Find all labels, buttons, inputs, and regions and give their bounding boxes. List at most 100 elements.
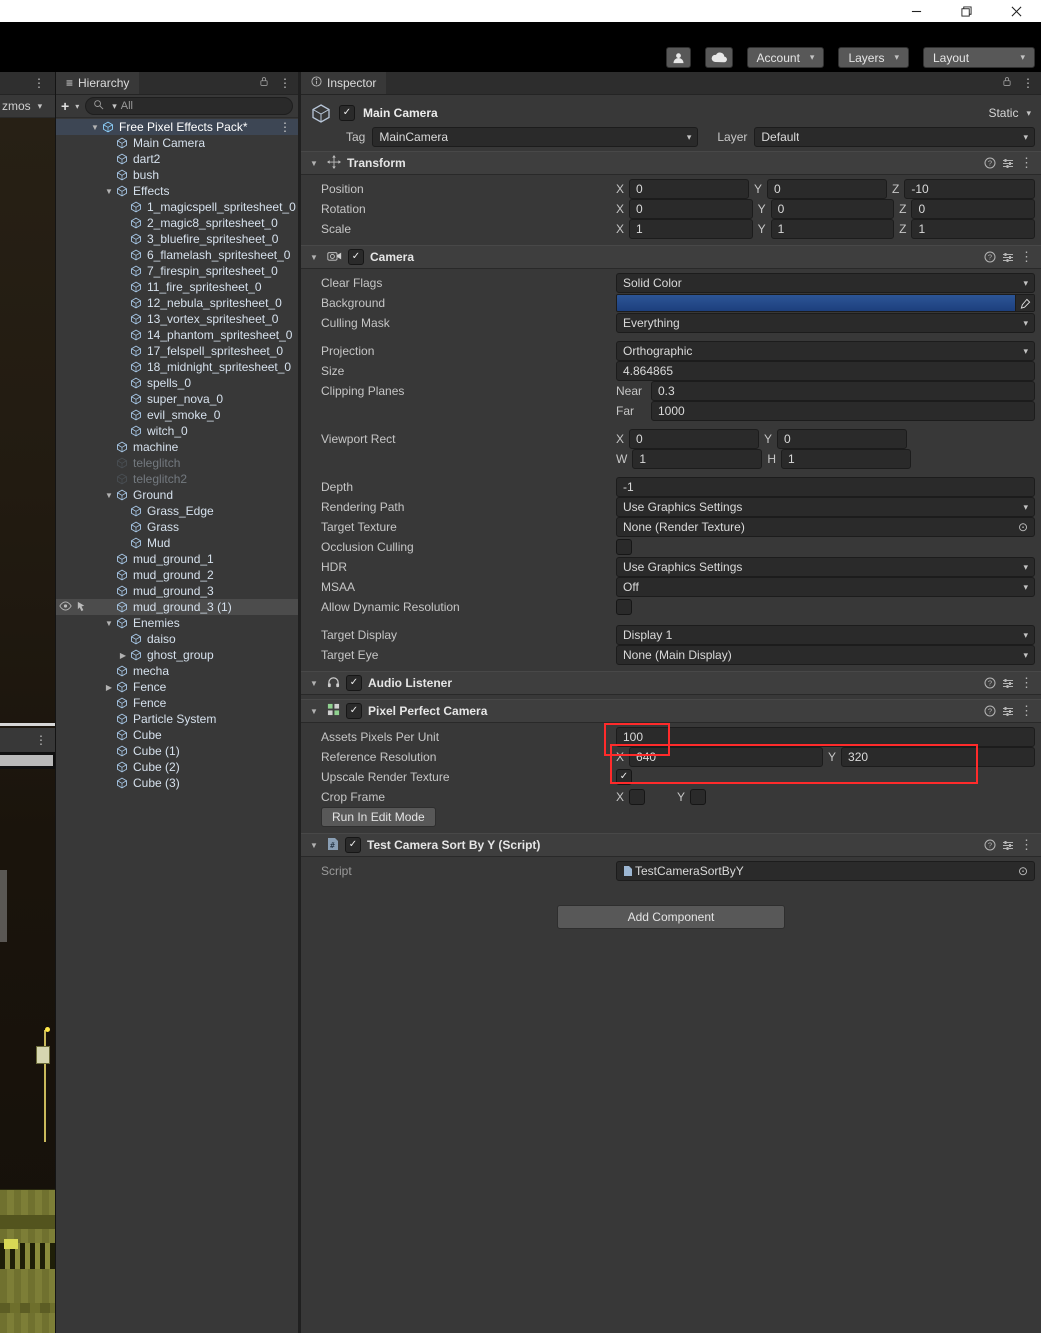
- collab-button[interactable]: [666, 47, 691, 68]
- property-field[interactable]: -1: [616, 477, 1035, 497]
- scene-canvas[interactable]: ⋮: [0, 118, 55, 1333]
- presets-icon[interactable]: [1002, 840, 1014, 851]
- foldout-icon[interactable]: ▼: [307, 253, 321, 262]
- lock-icon[interactable]: [1002, 76, 1012, 90]
- property-dropdown[interactable]: Everything▾: [616, 313, 1035, 333]
- property-dropdown[interactable]: Display 1▾: [616, 625, 1035, 645]
- object-field[interactable]: None (Render Texture)⊙: [616, 517, 1035, 537]
- component-header-audio-listener[interactable]: ▼✓Audio Listener?⋮: [301, 671, 1041, 695]
- foldout-icon[interactable]: ▶: [102, 683, 116, 692]
- hierarchy-item[interactable]: ▼Effects: [56, 183, 298, 199]
- hierarchy-item[interactable]: ▶Fence: [56, 679, 298, 695]
- presets-icon[interactable]: [1002, 252, 1014, 263]
- hierarchy-item[interactable]: super_nova_0: [56, 391, 298, 407]
- vector-field[interactable]: 1: [632, 449, 762, 469]
- property-field[interactable]: 4.864865: [616, 361, 1035, 381]
- tab-hierarchy[interactable]: ≡ Hierarchy: [56, 72, 139, 94]
- run-in-edit-mode-button[interactable]: Run In Edit Mode: [321, 807, 436, 827]
- create-object-button[interactable]: + ▾: [61, 98, 79, 114]
- hierarchy-item[interactable]: mud_ground_1: [56, 551, 298, 567]
- hierarchy-item[interactable]: Cube (1): [56, 743, 298, 759]
- vector-field[interactable]: -10: [904, 179, 1035, 199]
- static-dropdown[interactable]: Static ▾: [988, 106, 1031, 120]
- component-header-pixel-perfect-camera[interactable]: ▼✓Pixel Perfect Camera?⋮: [301, 699, 1041, 723]
- vector-field[interactable]: 1: [911, 219, 1035, 239]
- hierarchy-item[interactable]: mud_ground_2: [56, 567, 298, 583]
- help-icon[interactable]: ?: [984, 251, 996, 263]
- hierarchy-item[interactable]: Mud: [56, 535, 298, 551]
- foldout-icon[interactable]: ▶: [116, 651, 130, 660]
- hierarchy-item[interactable]: evil_smoke_0: [56, 407, 298, 423]
- hierarchy-item[interactable]: 6_flamelash_spritesheet_0: [56, 247, 298, 263]
- hierarchy-item[interactable]: machine: [56, 439, 298, 455]
- foldout-icon[interactable]: ▼: [102, 491, 116, 500]
- property-field[interactable]: 100: [616, 727, 1035, 747]
- visibility-eye-icon[interactable]: [59, 601, 72, 612]
- help-icon[interactable]: ?: [984, 705, 996, 717]
- property-dropdown[interactable]: Use Graphics Settings▾: [616, 557, 1035, 577]
- presets-icon[interactable]: [1002, 678, 1014, 689]
- hierarchy-item[interactable]: 7_firespin_spritesheet_0: [56, 263, 298, 279]
- hierarchy-item[interactable]: bush: [56, 167, 298, 183]
- foldout-icon[interactable]: ▼: [102, 619, 116, 628]
- property-field[interactable]: 1000: [651, 401, 1035, 421]
- presets-icon[interactable]: [1002, 158, 1014, 169]
- layers-dropdown[interactable]: Layers ▾: [838, 47, 909, 68]
- component-enabled-checkbox[interactable]: ✓: [346, 675, 362, 691]
- hierarchy-item[interactable]: 1_magicspell_spritesheet_0: [56, 199, 298, 215]
- help-icon[interactable]: ?: [984, 677, 996, 689]
- component-menu-icon[interactable]: ⋮: [1020, 249, 1033, 265]
- component-menu-icon[interactable]: ⋮: [1020, 837, 1033, 853]
- component-header-camera[interactable]: ▼✓Camera?⋮: [301, 245, 1041, 269]
- hierarchy-item[interactable]: Grass_Edge: [56, 503, 298, 519]
- component-menu-icon[interactable]: ⋮: [1020, 675, 1033, 691]
- vector-field[interactable]: 640: [629, 747, 823, 767]
- account-dropdown[interactable]: Account ▾: [747, 47, 825, 68]
- vector-field[interactable]: 0: [629, 199, 753, 219]
- hierarchy-item[interactable]: 2_magic8_spritesheet_0: [56, 215, 298, 231]
- layer-dropdown[interactable]: Default ▾: [754, 127, 1035, 147]
- hierarchy-item[interactable]: ▼Free Pixel Effects Pack*⋮: [56, 119, 298, 135]
- hierarchy-item[interactable]: Fence: [56, 695, 298, 711]
- checkbox[interactable]: [616, 599, 632, 615]
- foldout-icon[interactable]: ▼: [102, 187, 116, 196]
- color-field[interactable]: [616, 294, 1035, 312]
- hierarchy-item[interactable]: ▼Ground: [56, 487, 298, 503]
- hierarchy-item[interactable]: 13_vortex_spritesheet_0: [56, 311, 298, 327]
- hierarchy-item[interactable]: witch_0: [56, 423, 298, 439]
- hierarchy-search-input[interactable]: ▾ All: [85, 97, 293, 115]
- hierarchy-item[interactable]: ▼Enemies: [56, 615, 298, 631]
- gameobject-active-checkbox[interactable]: ✓: [339, 105, 355, 121]
- vector-field[interactable]: 1: [629, 219, 753, 239]
- hierarchy-item[interactable]: Grass: [56, 519, 298, 535]
- hierarchy-item[interactable]: 17_felspell_spritesheet_0: [56, 343, 298, 359]
- property-dropdown[interactable]: Off▾: [616, 577, 1035, 597]
- help-icon[interactable]: ?: [984, 839, 996, 851]
- hierarchy-item[interactable]: 18_midnight_spritesheet_0: [56, 359, 298, 375]
- vector-field[interactable]: 1: [771, 219, 895, 239]
- tab-inspector[interactable]: Inspector: [301, 72, 386, 94]
- property-field[interactable]: 0.3: [651, 381, 1035, 401]
- tag-dropdown[interactable]: MainCamera ▾: [372, 127, 698, 147]
- hierarchy-item[interactable]: dart2: [56, 151, 298, 167]
- hierarchy-item[interactable]: Cube: [56, 727, 298, 743]
- hierarchy-item[interactable]: 14_phantom_spritesheet_0: [56, 327, 298, 343]
- checkbox[interactable]: [616, 539, 632, 555]
- vector-field[interactable]: 0: [771, 199, 895, 219]
- panel-menu-icon[interactable]: ⋮: [33, 76, 45, 90]
- component-header-transform[interactable]: ▼Transform?⋮: [301, 151, 1041, 175]
- prefab-menu-icon[interactable]: ⋮: [279, 120, 298, 134]
- layout-dropdown[interactable]: Layout ▾: [923, 47, 1035, 68]
- component-enabled-checkbox[interactable]: ✓: [348, 249, 364, 265]
- hierarchy-item[interactable]: 12_nebula_spritesheet_0: [56, 295, 298, 311]
- vector-field[interactable]: 0: [911, 199, 1035, 219]
- component-menu-icon[interactable]: ⋮: [1020, 155, 1033, 171]
- component-enabled-checkbox[interactable]: ✓: [346, 703, 362, 719]
- scene-picking-icon[interactable]: [76, 601, 87, 612]
- window-close-button[interactable]: [1005, 2, 1027, 20]
- hierarchy-item[interactable]: ▶ghost_group: [56, 647, 298, 663]
- property-dropdown[interactable]: Solid Color▾: [616, 273, 1035, 293]
- window-restore-button[interactable]: [955, 2, 977, 20]
- hierarchy-item[interactable]: 3_bluefire_spritesheet_0: [56, 231, 298, 247]
- presets-icon[interactable]: [1002, 706, 1014, 717]
